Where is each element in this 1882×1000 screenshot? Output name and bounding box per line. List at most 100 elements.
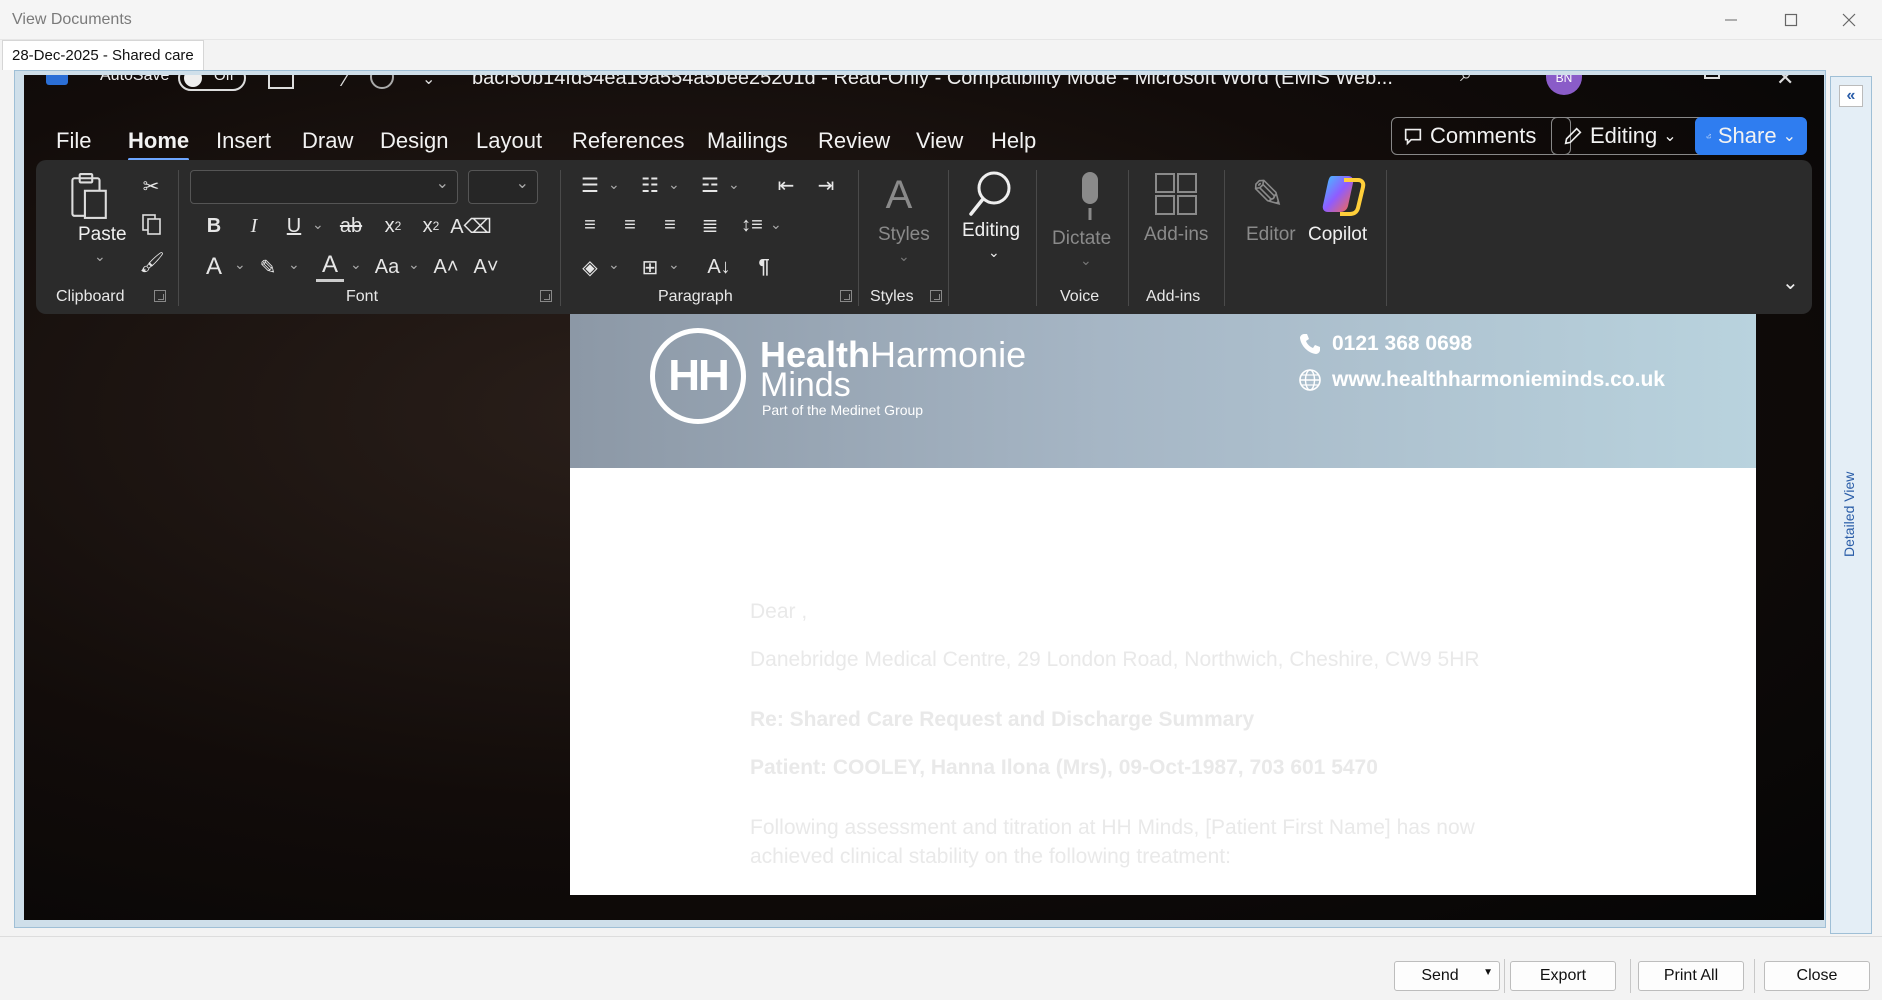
format-painter-icon[interactable]: 🖌	[139, 250, 164, 274]
chevron-down-icon[interactable]: ⌄	[608, 176, 620, 193]
bold-icon[interactable]: B	[202, 212, 226, 240]
cut-icon[interactable]: ✂	[140, 174, 162, 198]
superscript-icon[interactable]: x2	[418, 212, 444, 240]
chevron-down-icon[interactable]: ⌄	[234, 256, 246, 273]
paste-label[interactable]: Paste	[78, 224, 127, 246]
decrease-indent-icon[interactable]: ⇤	[772, 172, 800, 198]
search-icon[interactable]: ⌕	[1460, 75, 1472, 87]
addins-icon[interactable]	[1154, 172, 1198, 218]
tab-layout[interactable]: Layout	[476, 123, 542, 159]
font-size-combo[interactable]	[468, 170, 538, 204]
maximize-button[interactable]	[1768, 4, 1814, 36]
chevron-down-icon[interactable]: ⌄	[898, 248, 910, 265]
tab-home[interactable]: Home	[128, 123, 190, 161]
align-center-icon[interactable]: ≡	[616, 212, 644, 238]
microphone-icon[interactable]	[1074, 170, 1106, 224]
bullets-icon[interactable]: ☰	[576, 172, 604, 198]
underline-icon[interactable]: U	[282, 212, 306, 240]
collapse-panel-button[interactable]: «	[1839, 85, 1863, 107]
clipboard-launcher-icon[interactable]	[154, 290, 166, 302]
customize-quick-access-icon[interactable]: ⌄	[422, 75, 435, 89]
align-left-icon[interactable]: ≡	[576, 212, 604, 238]
paste-icon[interactable]	[66, 172, 108, 220]
tab-references[interactable]: References	[572, 123, 685, 159]
numbering-icon[interactable]: ☷	[636, 172, 664, 198]
tab-file[interactable]: File	[56, 123, 91, 159]
sort-icon[interactable]: A↓	[704, 252, 734, 282]
chevron-down-icon[interactable]: ⌄	[1080, 252, 1092, 269]
chevron-down-icon[interactable]: ⌄	[408, 256, 420, 273]
italic-icon[interactable]: I	[242, 212, 266, 240]
chevron-down-icon[interactable]: ⌄	[312, 216, 324, 233]
tab-insert[interactable]: Insert	[216, 123, 271, 159]
chevron-down-icon[interactable]: ⌄	[728, 176, 740, 193]
addins-button-label[interactable]: Add-ins	[1144, 224, 1208, 246]
clear-formatting-icon[interactable]: A⌫	[450, 212, 492, 240]
font-launcher-icon[interactable]	[540, 290, 552, 302]
print-all-button[interactable]: Print All	[1638, 961, 1744, 991]
highlight-icon[interactable]: ✎	[254, 252, 282, 282]
tab-mailings[interactable]: Mailings	[707, 123, 788, 159]
subscript-icon[interactable]: x2	[380, 212, 406, 240]
tab-help[interactable]: Help	[991, 123, 1036, 159]
editing-button-label[interactable]: Editing	[962, 220, 1020, 242]
close-button[interactable]: Close	[1764, 961, 1870, 991]
comments-button[interactable]: Comments	[1391, 117, 1571, 155]
avatar[interactable]: BN	[1546, 75, 1582, 95]
document-tab[interactable]: 28-Dec-2025 - Shared care	[2, 40, 204, 70]
detailed-view-panel[interactable]: « Detailed View	[1830, 76, 1872, 934]
styles-launcher-icon[interactable]	[930, 290, 942, 302]
paragraph-launcher-icon[interactable]	[840, 290, 852, 302]
export-button[interactable]: Export	[1510, 961, 1616, 991]
show-formatting-icon[interactable]: ¶	[752, 252, 776, 282]
multilevel-list-icon[interactable]: ☲	[696, 172, 724, 198]
chevron-down-icon[interactable]: ⌄	[988, 244, 1000, 261]
line-spacing-icon[interactable]: ↕≡	[738, 212, 766, 238]
close-window-button[interactable]	[1826, 4, 1872, 36]
shading-icon[interactable]: ◈	[576, 252, 604, 282]
borders-icon[interactable]: ⊞	[636, 252, 664, 282]
restore-icon[interactable]	[1704, 75, 1720, 79]
chevron-down-icon[interactable]: ⌄	[668, 176, 680, 193]
tab-design[interactable]: Design	[380, 123, 448, 159]
editor-label[interactable]: Editor	[1246, 224, 1296, 246]
chevron-down-icon[interactable]: ⌄	[608, 256, 620, 273]
save-icon[interactable]	[268, 75, 294, 89]
chevron-down-icon[interactable]: ⌄	[350, 256, 362, 273]
word-close-icon[interactable]: ✕	[1776, 75, 1794, 91]
detailed-view-label[interactable]: Detailed View	[1841, 472, 1857, 557]
share-button[interactable]: Share ⌄	[1695, 117, 1807, 155]
undo-icon[interactable]: ⁄	[344, 75, 347, 92]
chevron-down-icon[interactable]: ⌄	[770, 216, 782, 233]
find-icon[interactable]	[966, 168, 1016, 220]
chevron-down-icon[interactable]: ⌄	[94, 248, 106, 265]
text-effects-icon[interactable]: A	[200, 252, 228, 282]
minimize-button[interactable]	[1708, 4, 1754, 36]
styles-icon[interactable]: A	[876, 170, 922, 220]
redo-icon[interactable]	[370, 75, 394, 89]
copilot-label[interactable]: Copilot	[1308, 224, 1367, 246]
editor-icon[interactable]: ✎	[1246, 170, 1290, 220]
font-name-combo[interactable]	[190, 170, 458, 204]
chevron-down-icon[interactable]: ⌄	[288, 256, 300, 273]
copy-icon[interactable]	[140, 212, 164, 236]
autosave-toggle[interactable]: Off	[178, 75, 246, 91]
ribbon-expand-icon[interactable]: ⌄	[1782, 270, 1799, 295]
strikethrough-icon[interactable]: ab	[336, 212, 366, 240]
tab-view[interactable]: View	[916, 123, 963, 159]
copilot-icon[interactable]	[1318, 170, 1366, 218]
styles-button-label[interactable]: Styles	[878, 224, 930, 246]
send-button[interactable]: Send ▼	[1394, 961, 1500, 991]
align-right-icon[interactable]: ≡	[656, 212, 684, 238]
chevron-down-icon[interactable]: ⌄	[668, 256, 680, 273]
dictate-label[interactable]: Dictate	[1052, 228, 1111, 250]
editing-mode-button[interactable]: Editing ⌄	[1551, 117, 1715, 155]
tab-review[interactable]: Review	[818, 123, 890, 159]
shrink-font-icon[interactable]: A˅	[472, 252, 500, 282]
grow-font-icon[interactable]: A˄	[432, 252, 460, 282]
font-color-icon[interactable]: A	[316, 250, 344, 282]
change-case-icon[interactable]: Aa	[370, 252, 404, 282]
tab-draw[interactable]: Draw	[302, 123, 353, 159]
increase-indent-icon[interactable]: ⇥	[812, 172, 840, 198]
justify-icon[interactable]: ≣	[696, 212, 724, 238]
